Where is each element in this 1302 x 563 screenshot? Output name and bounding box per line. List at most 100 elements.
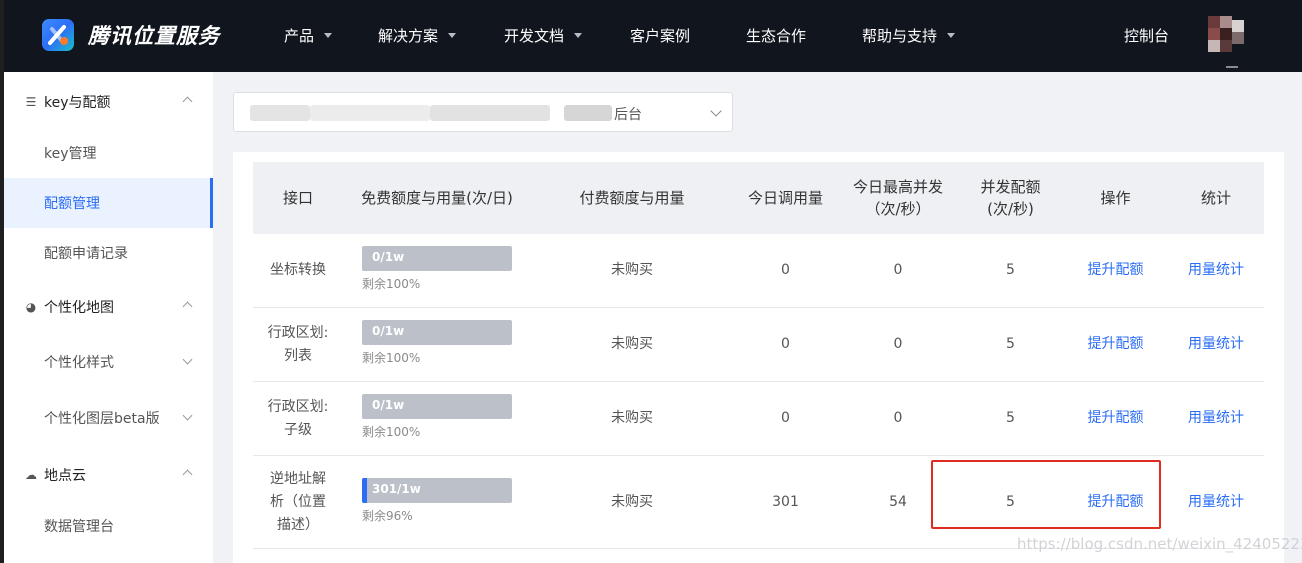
sidebar-item-label: key管理: [44, 146, 97, 162]
chevron-down-icon: [448, 33, 457, 38]
header-peak-concurrency: 今日最高并发 （次/秒）: [852, 178, 943, 218]
chevron-up-icon: [182, 301, 193, 312]
quota-remaining-text: 剩余100%: [362, 277, 421, 291]
header-action: 操作: [1100, 189, 1131, 207]
raise-quota-link[interactable]: 提升配额: [1063, 382, 1168, 455]
header-api: 接口: [282, 189, 313, 207]
free-quota-meter: 301/1w 剩余96%: [362, 478, 512, 524]
chevron-down-icon: [182, 354, 193, 365]
cell-api: 行政区划: 子级: [267, 398, 329, 438]
quota-progress-bar: 0/1w: [362, 394, 512, 419]
sidebar-item-quota-apply-records[interactable]: 配额申请记录: [4, 228, 213, 278]
cell-today-calls: 301: [772, 493, 799, 510]
cloud-icon: ☁: [25, 468, 37, 482]
nav-item-solutions[interactable]: 解决方案: [378, 25, 457, 46]
quota-progress-bar: 301/1w: [362, 478, 512, 503]
sidebar-item-data-console[interactable]: 数据管理台: [4, 501, 213, 551]
chevron-down-icon: [947, 33, 956, 38]
sidebar-item-label: 个性化样式: [44, 355, 114, 371]
sidebar-group-label: 地点云: [44, 468, 86, 484]
header-concurrency-quota: 并发配额 (次/秒): [980, 178, 1041, 218]
nav-label: 生态合作: [746, 27, 807, 45]
sidebar-item-label: 配额管理: [44, 196, 100, 212]
table-row: 坐标转换 0/1w 剩余100% 未购买 0 0 5 提升配额 用量统计: [253, 234, 1264, 308]
sidebar-group-custom-map[interactable]: ◕ 个性化地图: [4, 279, 213, 335]
sidebar-item-label: 配额申请记录: [44, 246, 128, 262]
nav-item-products[interactable]: 产品: [284, 25, 333, 46]
blurred-key-name: [310, 105, 430, 121]
quota-remaining-text: 剩余100%: [362, 425, 421, 439]
free-quota-meter: 0/1w 剩余100%: [362, 394, 512, 440]
quota-usage-text: 0/1w: [372, 250, 405, 264]
tencent-map-logo-icon[interactable]: [42, 19, 74, 51]
cell-paid-quota: 未购买: [611, 262, 653, 278]
table-header: 接口 免费额度与用量(次/日) 付费额度与用量 今日调用量 今日最高并发 （次/…: [253, 162, 1264, 234]
console-link[interactable]: 控制台: [1124, 25, 1169, 46]
cell-peak-concurrency: 0: [893, 410, 903, 426]
usage-stats-link[interactable]: 用量统计: [1168, 382, 1264, 455]
cell-paid-quota: 未购买: [611, 493, 653, 510]
window-edge: [0, 0, 4, 563]
nav-item-cases[interactable]: 客户案例: [630, 25, 690, 46]
chevron-down-icon: [710, 105, 722, 117]
quota-remaining-text: 剩余96%: [362, 509, 413, 523]
raise-quota-link[interactable]: 提升配额: [1063, 308, 1168, 381]
usage-stats-link[interactable]: 用量统计: [1168, 308, 1264, 381]
quota-remaining-text: 剩余100%: [362, 351, 421, 365]
cell-api: 坐标转换: [270, 262, 326, 278]
nav-label: 客户案例: [630, 27, 691, 45]
sidebar-group-label: 个性化地图: [44, 300, 114, 316]
chevron-down-icon: [182, 410, 193, 421]
key-select[interactable]: 后台: [233, 92, 733, 132]
cell-today-calls: 0: [781, 262, 790, 278]
sidebar-group-label: key与配额: [44, 95, 111, 111]
cell-api: 逆地址解 析（位置 描述）: [270, 470, 326, 533]
nav-item-support[interactable]: 帮助与支持: [862, 25, 956, 46]
nav-item-docs[interactable]: 开发文档: [504, 25, 583, 46]
cell-today-calls: 0: [781, 410, 790, 426]
nav-label: 解决方案: [378, 27, 439, 45]
usage-stats-link[interactable]: 用量统计: [1168, 234, 1264, 307]
table-row: 行政区划: 列表 0/1w 剩余100% 未购买 0 0 5 提升配额 用量统计: [253, 308, 1264, 382]
nav-item-ecosystem[interactable]: 生态合作: [746, 25, 806, 46]
sidebar-group-place-cloud[interactable]: ☁ 地点云: [4, 447, 213, 503]
cell-paid-quota: 未购买: [611, 336, 653, 352]
cell-concurrency-quota: 5: [1006, 410, 1015, 426]
header-paid-quota: 付费额度与用量: [579, 189, 685, 207]
header-stats: 统计: [1200, 189, 1231, 207]
sidebar-group-key-quota[interactable]: ☰ key与配额: [4, 74, 213, 130]
sidebar-item-label: 个性化图层beta版: [44, 411, 160, 427]
watermark: https://blog.csdn.net/weixin_42405223: [1017, 535, 1302, 553]
raise-quota-link[interactable]: 提升配额: [1063, 234, 1168, 307]
sidebar-item-custom-layer[interactable]: 个性化图层beta版: [4, 393, 213, 443]
sidebar-item-quota-manage[interactable]: 配额管理: [4, 178, 213, 228]
sidebar-item-label: 数据管理台: [44, 519, 114, 535]
brand-name[interactable]: 腾讯位置服务: [88, 20, 220, 50]
sidebar: ☰ key与配额 key管理 配额管理 配额申请记录 ◕ 个性化地图 个性化样式…: [4, 72, 213, 563]
chevron-down-icon: [324, 33, 333, 38]
cell-concurrency-quota: 5: [1006, 336, 1015, 352]
cell-api: 行政区划: 列表: [267, 324, 329, 364]
header-today-calls: 今日调用量: [747, 189, 823, 207]
quota-usage-text: 301/1w: [372, 482, 421, 496]
blurred-key-name: [564, 105, 612, 121]
table-row: 行政区划: 子级 0/1w 剩余100% 未购买 0 0 5 提升配额 用量统计: [253, 382, 1264, 456]
sidebar-item-custom-style[interactable]: 个性化样式: [4, 337, 213, 387]
cell-today-calls: 0: [781, 336, 790, 352]
avatar[interactable]: [1208, 16, 1258, 68]
sliders-icon: ☰: [25, 95, 37, 109]
blurred-key-name: [250, 105, 310, 121]
blurred-key-name: [430, 105, 550, 121]
cell-concurrency-quota: 5: [1006, 262, 1015, 278]
header-free-quota: 免费额度与用量(次/日): [361, 189, 513, 207]
cell-peak-concurrency: 0: [893, 262, 903, 278]
cell-paid-quota: 未购买: [611, 410, 653, 426]
quota-usage-text: 0/1w: [372, 398, 405, 412]
chevron-up-icon: [182, 96, 193, 107]
free-quota-meter: 0/1w 剩余100%: [362, 246, 512, 292]
palette-icon: ◕: [25, 300, 37, 314]
sidebar-item-key-manage[interactable]: key管理: [4, 128, 213, 178]
chevron-up-icon: [182, 469, 193, 480]
nav-label: 产品: [284, 27, 315, 45]
select-value: 后台: [614, 107, 642, 123]
